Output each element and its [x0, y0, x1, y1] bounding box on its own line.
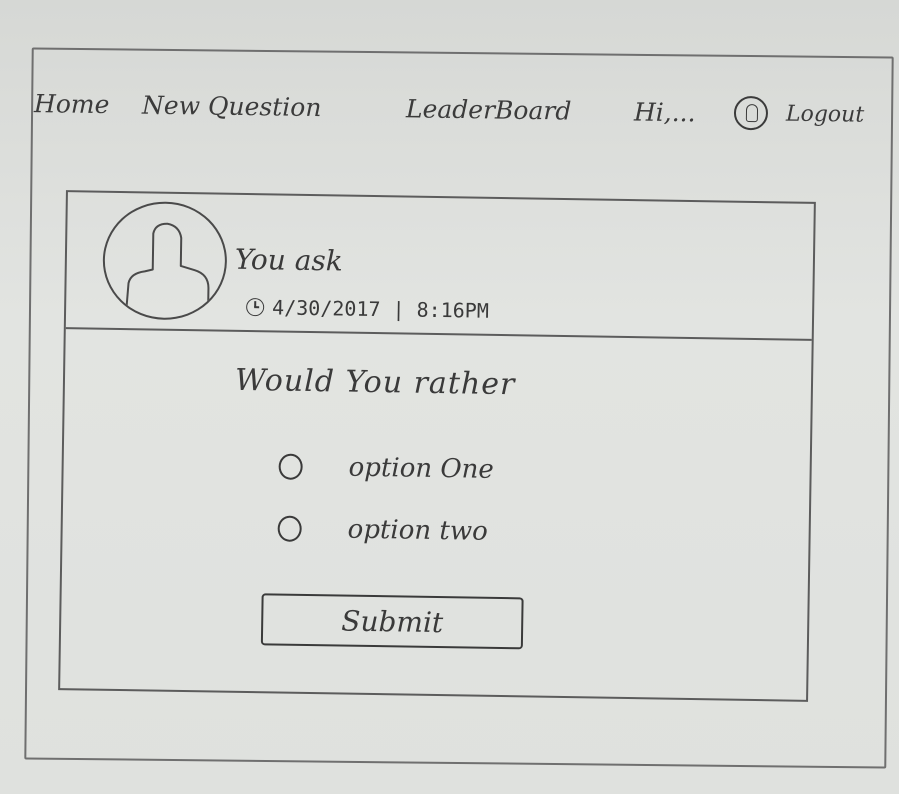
card-divider: [65, 327, 812, 341]
question-timestamp: 4/30/2017 | 8:16PM: [271, 295, 490, 323]
sketch-paper: Home New Question LeaderBoard Hi,... Log…: [0, 0, 899, 794]
asker-label: You ask: [234, 242, 344, 278]
user-circle-icon: [733, 95, 769, 131]
option-two-label: option two: [347, 514, 488, 547]
user-avatar-icon: [101, 200, 228, 321]
option-two[interactable]: option two: [277, 514, 488, 547]
option-one-label: option One: [348, 452, 495, 485]
clock-icon: [246, 297, 265, 317]
option-one-radio[interactable]: [278, 453, 303, 480]
nav-new-question-link[interactable]: New Question: [142, 90, 322, 122]
timestamp-row: 4/30/2017 | 8:16PM: [246, 295, 489, 323]
nav-home-link[interactable]: Home: [34, 89, 110, 119]
submit-button[interactable]: Submit: [260, 593, 524, 650]
user-greeting: Hi,...: [633, 96, 696, 127]
option-two-radio[interactable]: [277, 515, 302, 542]
question-card: You ask 4/30/2017 | 8:16PM Would You rat…: [58, 190, 816, 702]
option-one[interactable]: option One: [278, 452, 494, 485]
question-prompt: Would You rather: [234, 362, 516, 403]
nav-leaderboard-link[interactable]: LeaderBoard: [406, 94, 572, 125]
logout-link[interactable]: Logout: [786, 101, 865, 127]
